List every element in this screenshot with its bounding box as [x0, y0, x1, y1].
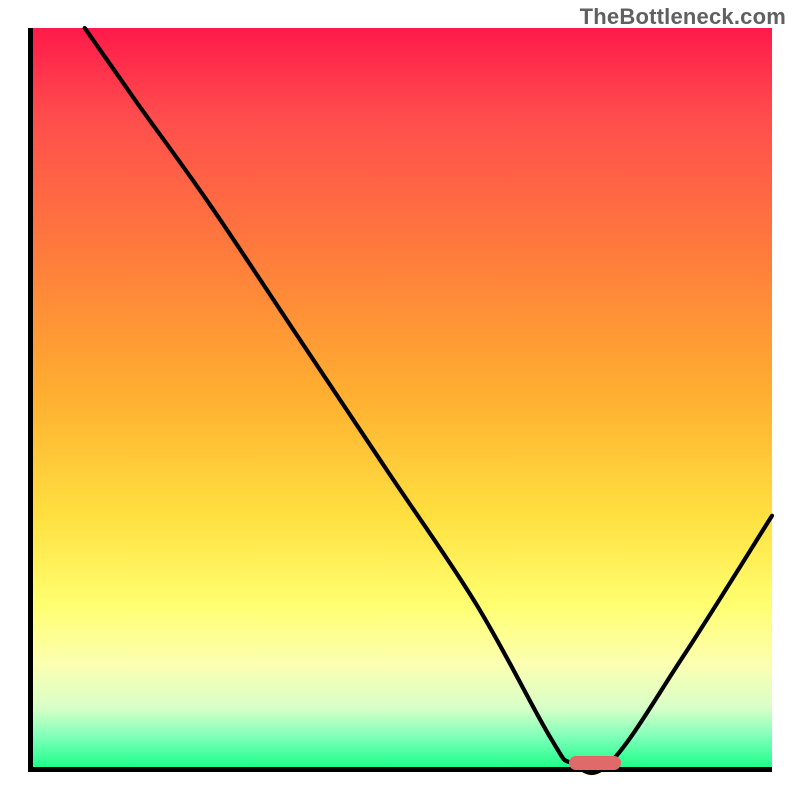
- watermark-text: TheBottleneck.com: [580, 4, 786, 30]
- plot-area: [28, 28, 772, 772]
- optimal-zone-marker: [569, 756, 621, 770]
- bottleneck-curve-svg: [33, 28, 772, 767]
- chart-container: TheBottleneck.com: [0, 0, 800, 800]
- bottleneck-curve: [85, 28, 772, 773]
